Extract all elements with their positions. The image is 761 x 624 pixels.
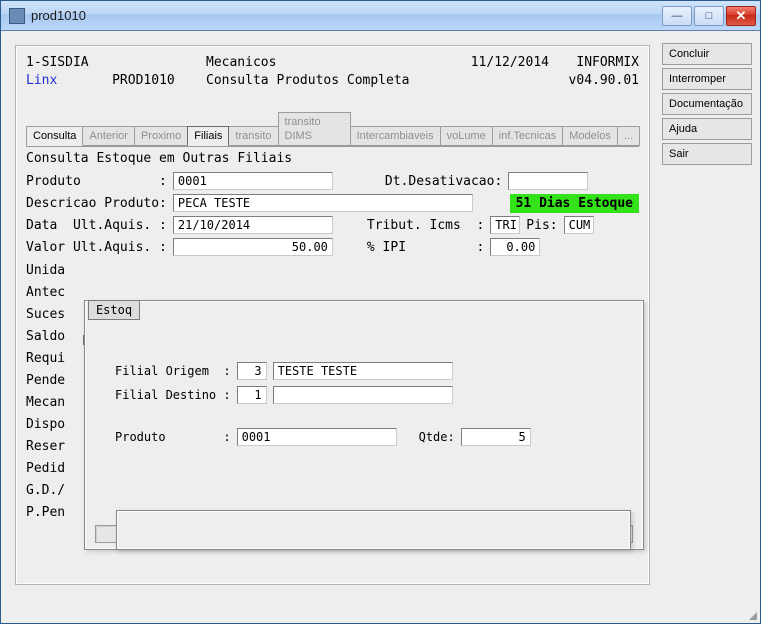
- window-controls: — □ ✕: [662, 6, 756, 26]
- qtde-label: Qtde:: [419, 430, 455, 444]
- client-area: 1-SISDIA Mecanicos 11/12/2014 INFORMIX L…: [1, 31, 760, 623]
- trib-field[interactable]: TRI: [490, 216, 520, 234]
- titlebar: prod1010 — □ ✕: [1, 1, 760, 31]
- filial-origem-label: Filial Origem :: [115, 364, 231, 378]
- tab--[interactable]: ...: [617, 126, 640, 146]
- truncated-label: Unida: [26, 260, 639, 282]
- header-db: INFORMIX: [549, 54, 639, 72]
- filial-destino-name[interactable]: [273, 386, 453, 404]
- header-row-2: Linx PROD1010 Consulta Produtos Completa…: [26, 72, 639, 90]
- side-column: Concluir Interromper Documentação Ajuda …: [662, 39, 752, 591]
- maximize-button[interactable]: □: [694, 6, 724, 26]
- tab-transito-dims[interactable]: transito DIMS: [278, 112, 351, 146]
- modal-produto-label: Produto :: [115, 430, 231, 444]
- sair-button[interactable]: Sair: [662, 143, 752, 165]
- tab-filiais[interactable]: Filiais: [187, 126, 229, 146]
- dtaq-label: Data Ult.Aquis. :: [26, 218, 167, 233]
- tabs-bar: ConsultaAnteriorProximoFiliaistransitotr…: [26, 112, 639, 147]
- main-column: 1-SISDIA Mecanicos 11/12/2014 INFORMIX L…: [9, 39, 656, 591]
- filial-destino-label: Filial Destino :: [115, 388, 231, 402]
- modal-bottom-strip: [116, 510, 631, 550]
- header-brand-link[interactable]: Linx: [26, 73, 57, 88]
- close-button[interactable]: ✕: [726, 6, 756, 26]
- concluir-button[interactable]: Concluir: [662, 43, 752, 65]
- dtaq-field[interactable]: 21/10/2014: [173, 216, 333, 234]
- qtde-field[interactable]: 5: [461, 428, 531, 446]
- documentacao-button[interactable]: Documentação: [662, 93, 752, 115]
- tab-intercambiaveis[interactable]: Intercambiaveis: [350, 126, 441, 146]
- dtdesat-field[interactable]: [508, 172, 588, 190]
- estoq-pill[interactable]: Estoq: [88, 300, 140, 320]
- ipi-label: % IPI :: [367, 240, 484, 255]
- pis-field[interactable]: CUM: [564, 216, 594, 234]
- produto-field[interactable]: 0001: [173, 172, 333, 190]
- filial-origem-name[interactable]: TESTE TESTE: [273, 362, 453, 380]
- resize-grip-icon[interactable]: [744, 607, 758, 621]
- header-progname: Consulta Produtos Completa: [206, 72, 449, 90]
- tab-volume[interactable]: voLume: [440, 126, 493, 146]
- desc-field[interactable]: PECA TESTE: [173, 194, 473, 212]
- dtdesat-label: Dt.Desativacao:: [385, 174, 502, 189]
- trib-label: Tribut. Icms :: [367, 218, 484, 233]
- tab-proximo[interactable]: Proximo: [134, 126, 188, 146]
- pis-label: Pis:: [526, 218, 557, 233]
- desc-label: Descricao Produto:: [26, 196, 167, 211]
- header-sys: 1-SISDIA: [26, 54, 206, 72]
- tab-consulta[interactable]: Consulta: [26, 126, 83, 146]
- header-ver: v04.90.01: [549, 72, 639, 90]
- filial-destino-num[interactable]: 1: [237, 386, 267, 404]
- vlaq-field[interactable]: 50.00: [173, 238, 333, 256]
- app-icon: [9, 8, 25, 24]
- group-title: Consulta Estoque em Outras Filiais: [26, 151, 639, 166]
- tab-modelos[interactable]: Modelos: [562, 126, 618, 146]
- ipi-field[interactable]: 0.00: [490, 238, 540, 256]
- interromper-button[interactable]: Interromper: [662, 68, 752, 90]
- tab-inf-tecnicas[interactable]: inf.Tecnicas: [492, 126, 563, 146]
- header-prog: PROD1010: [112, 73, 175, 88]
- filial-origem-num[interactable]: 3: [237, 362, 267, 380]
- app-window: prod1010 — □ ✕ 1-SISDIA Mecanicos 11/12/…: [0, 0, 761, 624]
- ajuda-button[interactable]: Ajuda: [662, 118, 752, 140]
- inner-frame: 1-SISDIA Mecanicos 11/12/2014 INFORMIX L…: [15, 45, 650, 585]
- produto-label: Produto :: [26, 174, 167, 189]
- header-date: 11/12/2014: [449, 54, 549, 72]
- vlaq-label: Valor Ult.Aquis. :: [26, 240, 167, 255]
- modal-produto-field[interactable]: 0001: [237, 428, 397, 446]
- header-module: Mecanicos: [206, 54, 449, 72]
- minimize-button[interactable]: —: [662, 6, 692, 26]
- tab-anterior[interactable]: Anterior: [82, 126, 135, 146]
- estoque-highlight: 51 Dias Estoque: [510, 194, 639, 213]
- window-title: prod1010: [31, 8, 662, 23]
- tab-transito[interactable]: transito: [228, 126, 278, 146]
- form-grid: Produto : 0001 Dt.Desativacao: Descricao…: [26, 170, 639, 258]
- header-row-1: 1-SISDIA Mecanicos 11/12/2014 INFORMIX: [26, 54, 639, 72]
